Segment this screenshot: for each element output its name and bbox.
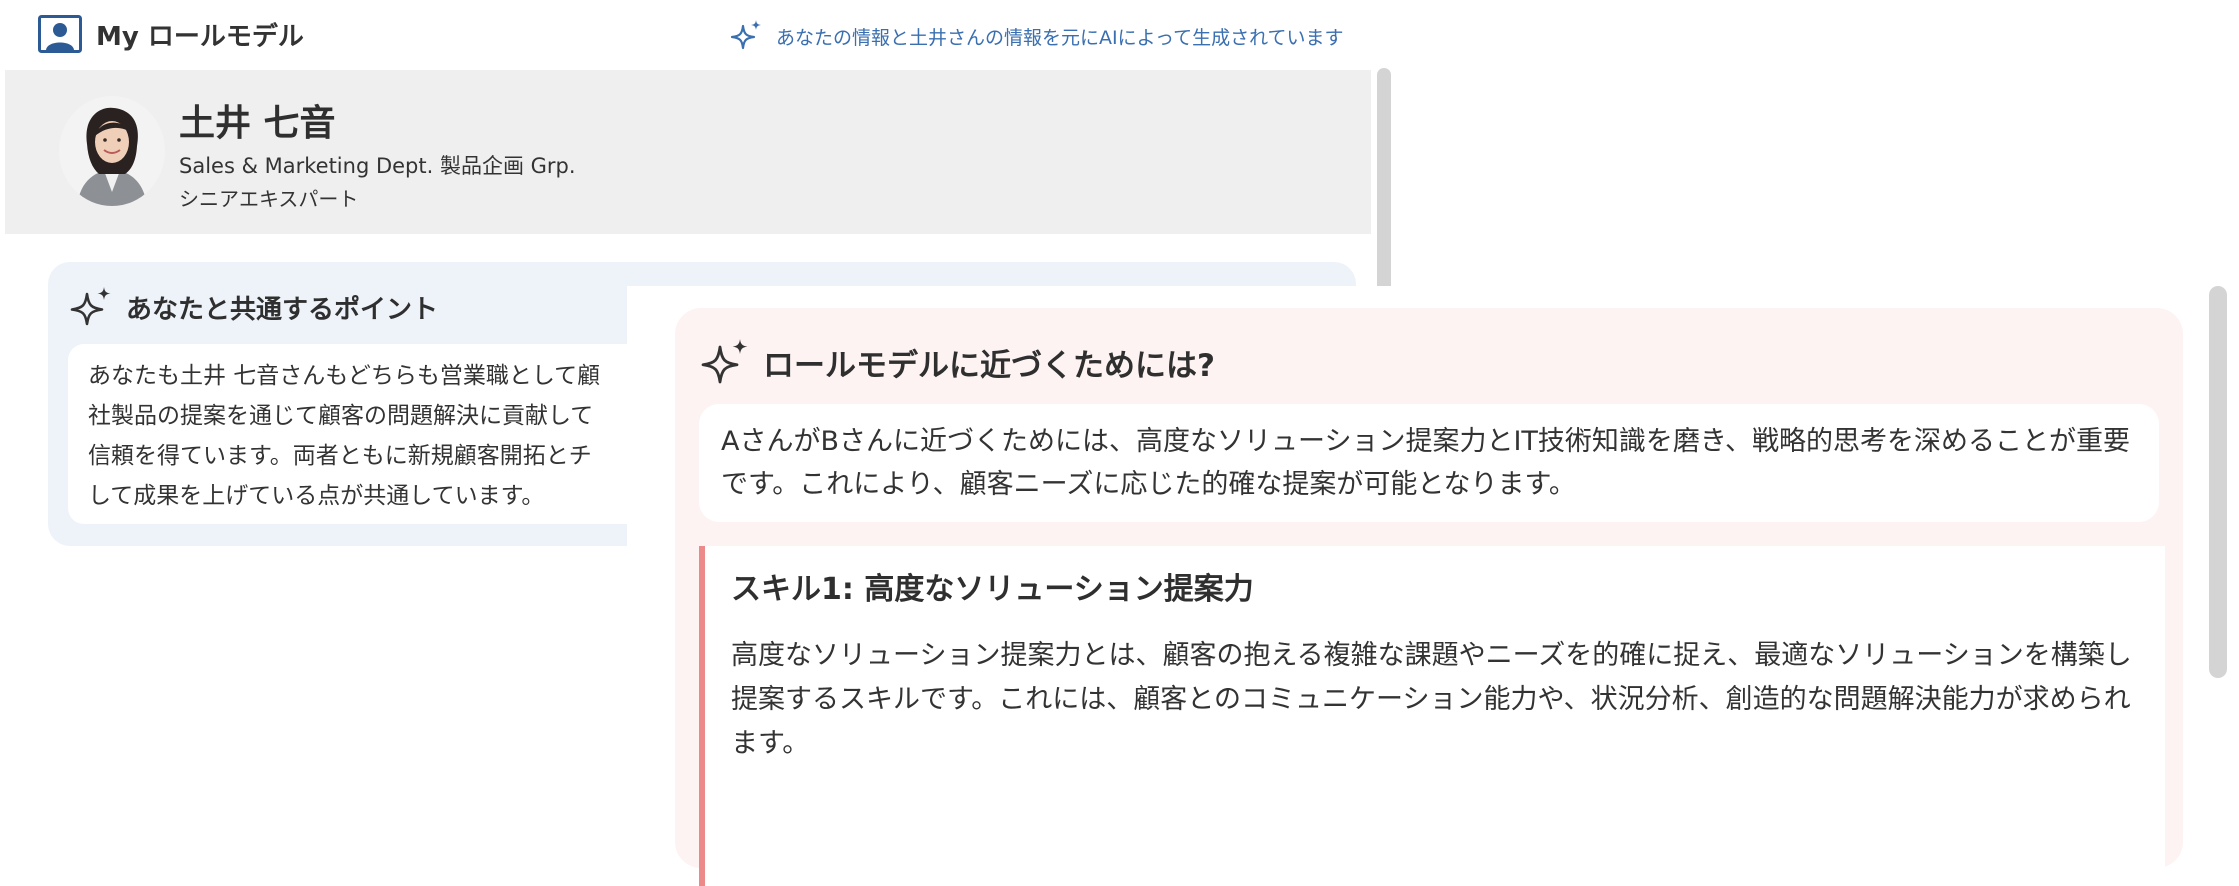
avatar (59, 96, 165, 206)
role-model-card: ロールモデルに近づくためには? AさんがBさんに近づくためには、高度なソリューシ… (675, 308, 2183, 886)
profile-header: 土井 七音 Sales & Marketing Dept. 製品企画 Grp. … (5, 70, 1371, 234)
user-card-icon (38, 15, 82, 53)
sparkle-icon (730, 20, 761, 50)
scrollbar-left[interactable] (1377, 68, 1391, 308)
profile-department: Sales & Marketing Dept. 製品企画 Grp. (179, 154, 576, 178)
role-model-header: ロールモデルに近づくためには? (699, 336, 1215, 388)
top-bar: My ロールモデル あなたの情報と土井さんの情報を元にAIによって生成されていま… (0, 0, 1395, 68)
ai-notice: あなたの情報と土井さんの情報を元にAIによって生成されています (728, 18, 1344, 54)
sparkle-icon (70, 287, 111, 326)
common-points-title: あなたと共通するポイント (126, 294, 439, 325)
app-brand: My ロールモデル (38, 15, 304, 53)
skill-card: スキル1: 高度なソリューション提案力 高度なソリューション提案力とは、顧客の抱… (699, 546, 2165, 886)
role-model-summary: AさんがBさんに近づくためには、高度なソリューション提案力とIT技術知識を磨き、… (699, 404, 2159, 522)
role-model-panel: ロールモデルに近づくためには? AさんがBさんに近づくためには、高度なソリューシ… (627, 286, 2239, 886)
avatar-photo (59, 96, 165, 206)
ai-notice-text: あなたの情報と土井さんの情報を元にAIによって生成されています (776, 26, 1344, 49)
skill-description: 高度なソリューション提案力とは、顧客の抱える複雑な課題やニーズを的確に捉え、最適… (731, 640, 2132, 759)
role-model-title: ロールモデルに近づくためには? (763, 347, 1215, 384)
role-model-summary-text: AさんがBさんに近づくためには、高度なソリューション提案力とIT技術知識を磨き、… (721, 426, 2131, 500)
skill-title: スキル1: 高度なソリューション提案力 (731, 572, 1254, 607)
profile-name: 土井 七音 (179, 103, 336, 144)
common-points-header: あなたと共通するポイント (68, 284, 438, 330)
profile-job-title: シニアエキスパート (179, 187, 359, 211)
app-title: My ロールモデル (96, 21, 304, 52)
sparkle-icon (701, 339, 748, 384)
scrollbar-right[interactable] (2209, 286, 2227, 678)
